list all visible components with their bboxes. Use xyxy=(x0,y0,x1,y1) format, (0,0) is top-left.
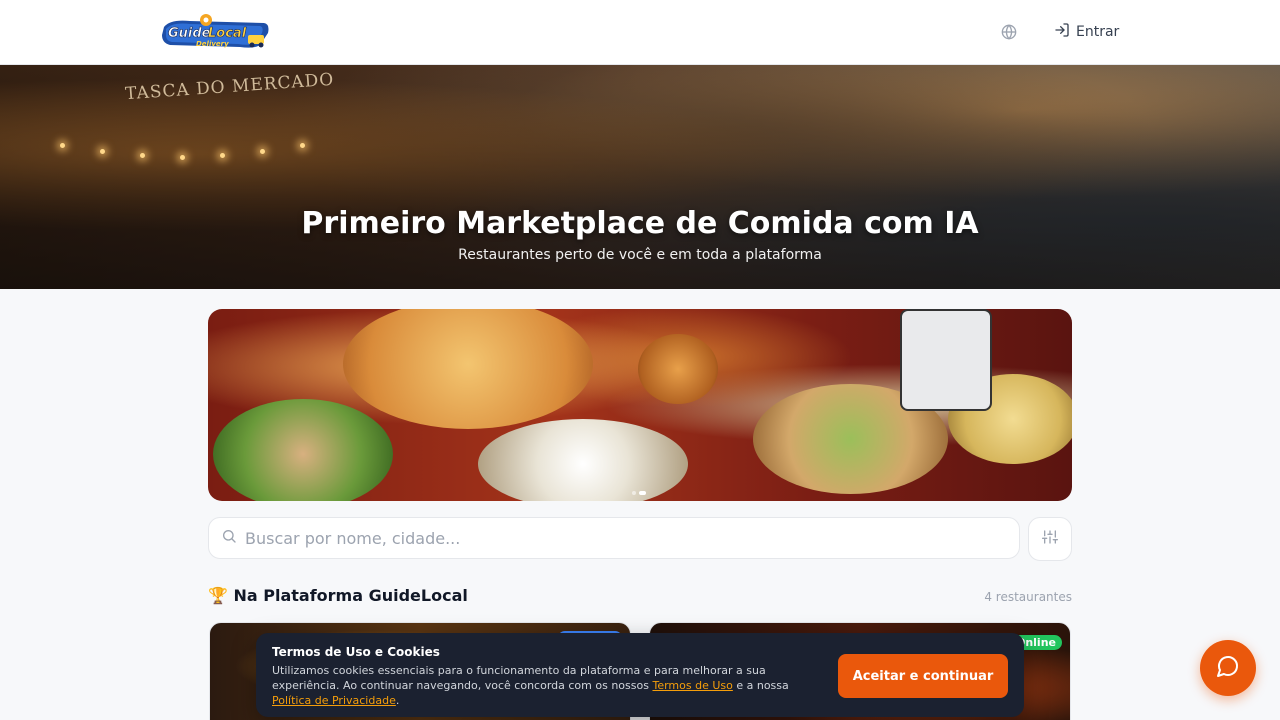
hero-title: Primeiro Marketplace de Comida com IA xyxy=(301,206,979,241)
logo-text-delivery: Delivery xyxy=(196,40,229,48)
carousel-dot-2[interactable] xyxy=(639,491,646,495)
restaurant-count: 4 restaurantes xyxy=(984,590,1072,604)
log-in-icon xyxy=(1054,22,1070,42)
cookie-title: Termos de Uso e Cookies xyxy=(272,645,440,659)
chat-button[interactable] xyxy=(1200,640,1256,696)
section-title-text: Na Plataforma GuideLocal xyxy=(233,586,468,605)
terms-link[interactable]: Termos de Uso xyxy=(652,679,732,692)
section-title: 🏆 Na Plataforma GuideLocal xyxy=(208,586,468,605)
search-input[interactable] xyxy=(245,528,985,548)
pizza-image xyxy=(343,309,593,429)
message-circle-icon xyxy=(1216,654,1240,682)
search-bar xyxy=(208,517,1020,559)
carousel-indicators xyxy=(632,491,646,495)
cookie-consent-banner: Termos de Uso e Cookies Utilizamos cooki… xyxy=(256,633,1024,717)
hero-restaurant-sign: TASCA DO MERCADO xyxy=(124,69,335,105)
cookie-text: Utilizamos cookies essenciais para o fun… xyxy=(272,664,789,707)
logo-text-local: Local xyxy=(208,26,247,41)
logo-text-guide: Guide xyxy=(168,26,211,41)
phone-image xyxy=(900,309,992,411)
salad-image xyxy=(213,399,393,501)
promo-banner-carousel[interactable] xyxy=(208,309,1072,501)
search-icon xyxy=(221,528,237,548)
hero-subtitle: Restaurantes perto de você e em toda a p… xyxy=(458,247,822,263)
trophy-icon: 🏆 xyxy=(208,586,228,605)
privacy-policy-link[interactable]: Política de Privacidade xyxy=(272,694,396,707)
string-lights xyxy=(60,135,420,175)
globe-icon[interactable] xyxy=(998,21,1020,43)
carousel-dot-1[interactable] xyxy=(632,491,636,495)
sliders-icon xyxy=(1042,529,1058,549)
hero-section: TASCA DO MERCADO Primeiro Marketplace de… xyxy=(0,65,1280,289)
login-button[interactable]: Entrar xyxy=(1054,20,1119,44)
rice-bowl-image xyxy=(478,419,688,501)
filter-button[interactable] xyxy=(1028,517,1072,561)
burger-image xyxy=(638,334,718,404)
accept-cookies-button[interactable]: Aceitar e continuar xyxy=(838,654,1008,698)
login-label: Entrar xyxy=(1076,24,1120,40)
top-navbar: Guide Local Delivery Entrar xyxy=(0,0,1280,65)
guidelocal-logo[interactable]: Guide Local Delivery xyxy=(160,13,272,51)
